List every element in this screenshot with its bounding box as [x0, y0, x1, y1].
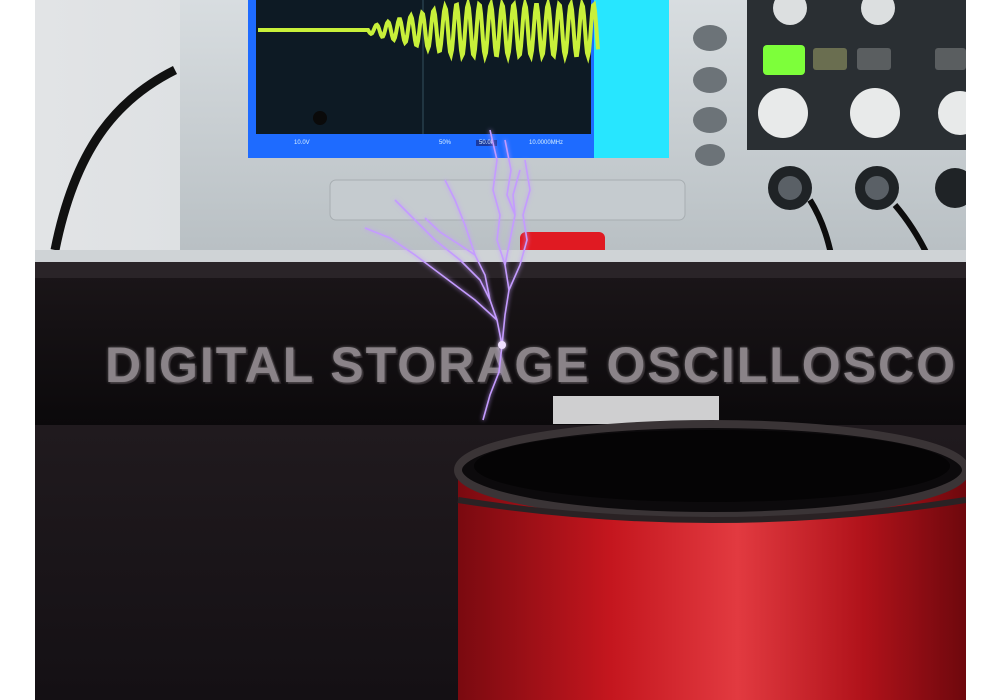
tesla-coil	[454, 420, 966, 700]
spark-discharge	[364, 129, 531, 421]
spark-tip	[498, 341, 506, 349]
coil-opening	[474, 430, 950, 502]
foreground-layer	[364, 129, 966, 700]
photo-scene: 10.0V 50% 50.0k 10.0000MHz DIGITAL STORA…	[35, 0, 966, 700]
